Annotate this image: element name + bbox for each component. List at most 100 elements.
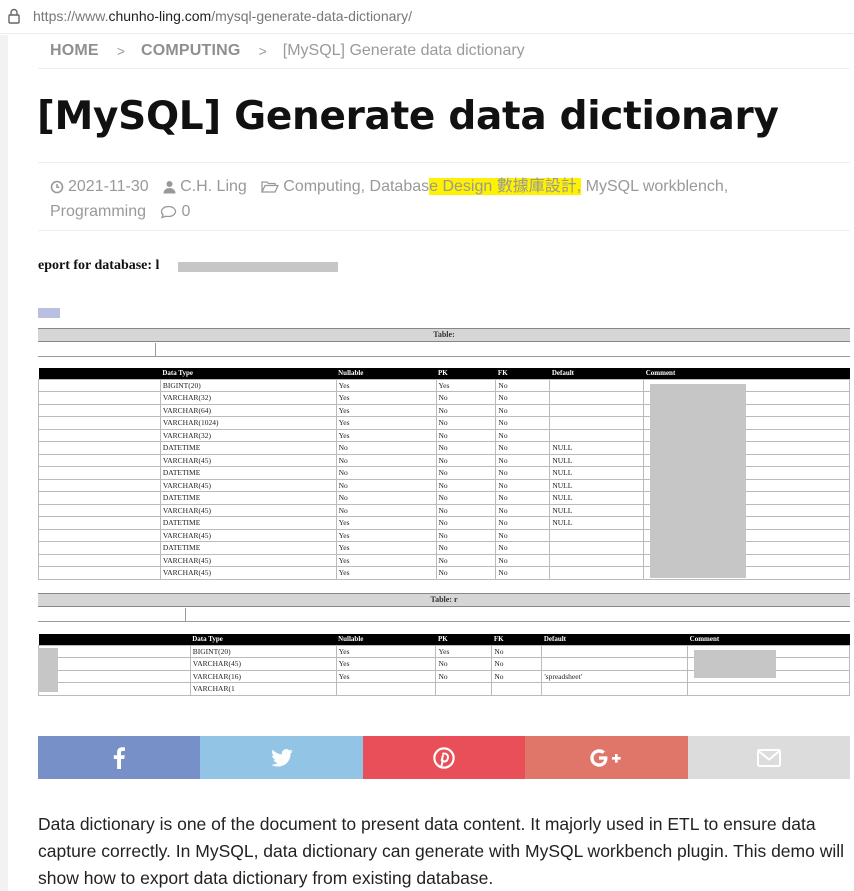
category-programming[interactable]: Programming bbox=[50, 203, 146, 220]
table-header-row: Data Type Nullable PK FK Default Comment bbox=[38, 634, 850, 645]
column-header: Comment bbox=[643, 368, 850, 379]
post-date: 2021-11-30 bbox=[68, 178, 149, 195]
redacted-link[interactable] bbox=[38, 308, 60, 318]
table-cell: VARCHAR(45) bbox=[159, 453, 337, 467]
table-cell bbox=[38, 478, 161, 492]
table-cell: No bbox=[335, 466, 437, 480]
table-cell bbox=[549, 378, 645, 392]
table-cell: NULL bbox=[549, 453, 645, 467]
column-header: Comment bbox=[687, 634, 850, 645]
table-cell: No bbox=[495, 528, 551, 542]
category-text: Computing, Databas bbox=[283, 178, 430, 195]
table-cell: No bbox=[435, 453, 497, 467]
post-meta: 2021-11-30 C.H. Ling Computing, Database… bbox=[50, 174, 810, 224]
column-header: FK bbox=[491, 634, 542, 645]
table-cell: No bbox=[495, 391, 551, 405]
table-cell bbox=[541, 682, 689, 696]
table-cell: VARCHAR(16) bbox=[189, 669, 337, 683]
table-cell: Yes bbox=[335, 541, 437, 555]
table-cell: BIGINT(20) bbox=[159, 378, 337, 392]
table-cell bbox=[38, 503, 161, 517]
table-cell: BIGINT(20) bbox=[189, 644, 337, 658]
breadcrumb-separator: > bbox=[258, 43, 267, 59]
breadcrumb-computing-link[interactable]: COMPUTING bbox=[141, 42, 241, 60]
table-cell bbox=[335, 682, 437, 696]
table-cell: VARCHAR(45) bbox=[159, 553, 337, 567]
breadcrumb-separator: > bbox=[116, 43, 125, 59]
table-cell: No bbox=[435, 528, 497, 542]
table-cell: Yes bbox=[335, 391, 437, 405]
facebook-icon bbox=[114, 746, 126, 769]
table-cell: VARCHAR(1 bbox=[189, 682, 337, 696]
table-cell: Yes bbox=[435, 378, 497, 392]
table-cell: No bbox=[435, 669, 493, 683]
table-cell: No bbox=[335, 441, 437, 455]
share-facebook-button[interactable] bbox=[38, 736, 201, 779]
table-header: Table: bbox=[38, 328, 850, 342]
table-cell: DATETIME bbox=[159, 466, 337, 480]
table-subheader bbox=[38, 343, 850, 357]
lock-icon bbox=[8, 8, 20, 24]
table-cell: No bbox=[435, 503, 497, 517]
table-cell: No bbox=[495, 541, 551, 555]
table-cell bbox=[435, 682, 493, 696]
share-pinterest-button[interactable] bbox=[362, 736, 526, 779]
table-cell: DATETIME bbox=[159, 491, 337, 505]
column-header: Data Type bbox=[160, 368, 337, 379]
page-title: [MySQL] Generate data dictionary bbox=[37, 94, 779, 139]
folder-open-icon bbox=[261, 181, 280, 193]
table-cell: No bbox=[435, 478, 497, 492]
column-header: Nullable bbox=[336, 368, 436, 379]
table-cell bbox=[38, 669, 191, 683]
table-cell: Yes bbox=[335, 553, 437, 567]
highlighted-category-text: e Design 數據庫設計, bbox=[429, 178, 582, 195]
table-cell: No bbox=[495, 441, 551, 455]
table-cell: No bbox=[435, 466, 497, 480]
breadcrumb-home-link[interactable]: HOME bbox=[50, 42, 99, 60]
table-cell bbox=[541, 644, 689, 658]
table-cell bbox=[38, 553, 161, 567]
table-cell bbox=[549, 416, 645, 430]
table-cell bbox=[549, 428, 645, 442]
category-links[interactable]: Computing, Database Design 數據庫設計, MySQL … bbox=[283, 178, 728, 195]
comment-count[interactable]: 0 bbox=[181, 203, 190, 220]
table-cell bbox=[687, 682, 850, 696]
table-cell: NULL bbox=[549, 491, 645, 505]
twitter-icon bbox=[270, 748, 293, 767]
table-cell bbox=[549, 391, 645, 405]
table-cell bbox=[38, 566, 161, 580]
table-cell bbox=[38, 657, 191, 671]
table-subheader bbox=[38, 608, 850, 622]
url-domain: chunho-ling.com bbox=[108, 8, 212, 24]
share-email-button[interactable] bbox=[687, 736, 851, 779]
post-author[interactable]: C.H. Ling bbox=[180, 178, 247, 195]
table-cell: No bbox=[495, 416, 551, 430]
url-text[interactable]: https://www.chunho-ling.com/mysql-genera… bbox=[33, 8, 412, 24]
table-cell: Yes bbox=[335, 416, 437, 430]
table-cell: VARCHAR(64) bbox=[159, 403, 337, 417]
table-cell: No bbox=[495, 478, 551, 492]
article-paragraph: Data dictionary is one of the document t… bbox=[38, 814, 845, 888]
table-cell: No bbox=[491, 644, 543, 658]
table-cell: Yes bbox=[335, 566, 437, 580]
table-cell: No bbox=[495, 491, 551, 505]
table-cell bbox=[38, 453, 161, 467]
table-cell: No bbox=[435, 516, 497, 530]
browser-url-bar[interactable]: https://www.chunho-ling.com/mysql-genera… bbox=[0, 0, 854, 34]
table-cell: Yes bbox=[335, 403, 437, 417]
divider bbox=[38, 68, 850, 69]
table-cell: Yes bbox=[335, 378, 437, 392]
redacted-block bbox=[650, 384, 746, 578]
table-cell: No bbox=[495, 516, 551, 530]
table-cell: Yes bbox=[335, 516, 437, 530]
table-cell bbox=[38, 466, 161, 480]
share-google-plus-button[interactable] bbox=[525, 736, 688, 779]
share-twitter-button[interactable] bbox=[200, 736, 363, 779]
column-header: Nullable bbox=[336, 634, 436, 645]
table-cell: No bbox=[335, 453, 437, 467]
redacted-block bbox=[178, 262, 338, 272]
table-cell: DATETIME bbox=[159, 441, 337, 455]
comment-icon bbox=[161, 205, 177, 219]
table-cell bbox=[38, 682, 191, 696]
table-cell: No bbox=[435, 428, 497, 442]
